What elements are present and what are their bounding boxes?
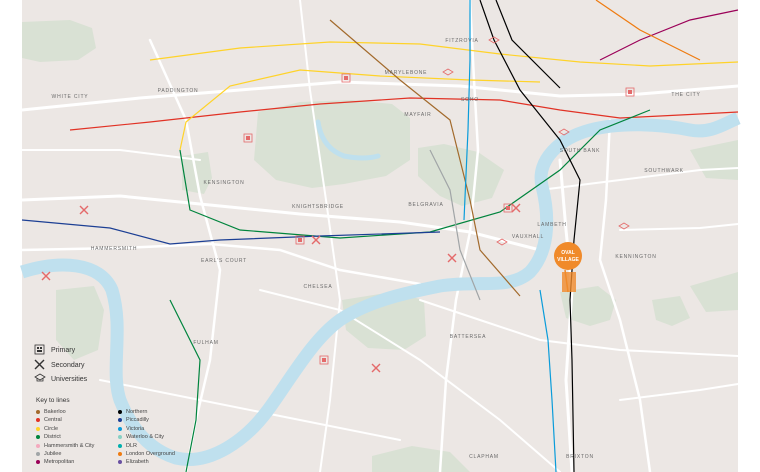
line-color-swatch xyxy=(118,443,122,448)
line-legend-label: Metropolitan xyxy=(44,459,75,466)
line-color-swatch xyxy=(36,460,40,465)
legend: Primary Secondary Universities Key to li… xyxy=(34,340,214,472)
district-label: SOHO xyxy=(461,97,479,103)
line-legend-item: London Overground xyxy=(118,451,175,457)
district-label: BELGRAVIA xyxy=(408,202,443,208)
primary-school-icon xyxy=(34,344,46,356)
district-label: SOUTHWARK xyxy=(644,168,684,174)
district-label: HAMMERSMITH xyxy=(91,246,138,252)
line-legend-item: Metropolitan xyxy=(36,459,74,465)
line-legend-item: Central xyxy=(36,417,62,423)
line-legend-item: Elizabeth xyxy=(118,459,149,465)
line-legend-label: Bakerloo xyxy=(44,409,66,415)
district-label: FITZROVIA xyxy=(445,38,478,44)
line-color-swatch xyxy=(118,426,122,431)
line-legend-label: Circle xyxy=(44,425,59,432)
line-legend-item: Waterloo & City xyxy=(118,434,164,440)
line-color-swatch xyxy=(118,452,122,456)
pin-label-2: VILLAGE xyxy=(557,257,579,263)
line-color-swatch xyxy=(36,410,40,414)
district-label: KNIGHTSBRIDGE xyxy=(292,204,344,210)
line-legend-label: Elizabeth xyxy=(126,459,149,466)
line-legend-item: District xyxy=(36,434,61,440)
line-legend-item: Victoria xyxy=(118,426,144,432)
district-label: PADDINGTON xyxy=(158,88,199,94)
map[interactable]: OVAL VILLAGE WHITE CITY PADDINGTON MARYLEB… xyxy=(0,0,760,472)
district-label: VAUXHALL xyxy=(512,234,544,240)
graduation-cap-icon xyxy=(34,373,46,385)
pin-label-1: OVAL xyxy=(561,250,575,256)
legend-primary-label: Primary xyxy=(51,346,76,354)
line-color-swatch xyxy=(118,460,122,465)
line-legend-label: Waterloo & City xyxy=(126,434,165,441)
district-label: MAYFAIR xyxy=(404,112,431,118)
park-hyde-park xyxy=(254,100,410,188)
district-label: KENNINGTON xyxy=(615,254,656,260)
line-legend-label: Piccadilly xyxy=(126,417,149,424)
line-legend-label: District xyxy=(44,434,61,441)
line-legend-item: Jubilee xyxy=(36,451,61,457)
line-color-swatch xyxy=(36,418,40,423)
legend-primary: Primary xyxy=(34,344,75,356)
district-label: THE CITY xyxy=(671,92,700,98)
line-color-swatch xyxy=(36,443,40,448)
line-color-swatch xyxy=(36,452,40,456)
legend-universities-label: Universities xyxy=(51,375,88,383)
district-label: MARYLEBONE xyxy=(385,70,428,76)
district-label: BATTERSEA xyxy=(450,334,487,340)
legend-secondary: Secondary xyxy=(34,359,84,371)
line-legend-label: Hammersmith & City xyxy=(44,442,95,449)
line-color-swatch xyxy=(118,410,122,414)
line-legend-item: Hammersmith & City xyxy=(36,443,94,449)
district-label: SOUTH BANK xyxy=(560,148,601,154)
line-legend-item: Circle xyxy=(36,426,58,432)
line-legend-label: Northern xyxy=(126,409,148,415)
line-legend-label: Central xyxy=(44,417,62,424)
district-label: WHITE CITY xyxy=(52,94,89,100)
line-legend-label: DLR xyxy=(126,442,138,449)
line-color-swatch xyxy=(36,426,40,431)
district-label: BRIXTON xyxy=(566,454,594,460)
district-label: CLAPHAM xyxy=(469,454,499,460)
pin-marker xyxy=(554,242,582,270)
line-color-swatch xyxy=(118,418,122,423)
legend-lines-title: Key to lines xyxy=(36,397,70,404)
district-label: KENSINGTON xyxy=(204,180,245,186)
line-color-swatch xyxy=(36,435,40,440)
line-legend-item: Bakerloo xyxy=(36,409,66,415)
line-legend-item: DLR xyxy=(118,443,137,449)
secondary-school-icon xyxy=(34,359,46,371)
line-legend-label: Jubilee xyxy=(44,451,62,457)
line-legend-label: Victoria xyxy=(126,425,145,432)
legend-universities: Universities xyxy=(34,373,87,385)
district-label: CHELSEA xyxy=(304,284,333,290)
line-legend-label: London Overground xyxy=(126,451,175,457)
pin-site xyxy=(562,272,576,292)
district-label: LAMBETH xyxy=(537,222,566,228)
district-label: EARL'S COURT xyxy=(201,258,247,264)
line-legend-item: Northern xyxy=(118,409,147,415)
line-legend-item: Piccadilly xyxy=(118,417,149,423)
legend-secondary-label: Secondary xyxy=(51,361,85,369)
line-color-swatch xyxy=(118,435,122,440)
